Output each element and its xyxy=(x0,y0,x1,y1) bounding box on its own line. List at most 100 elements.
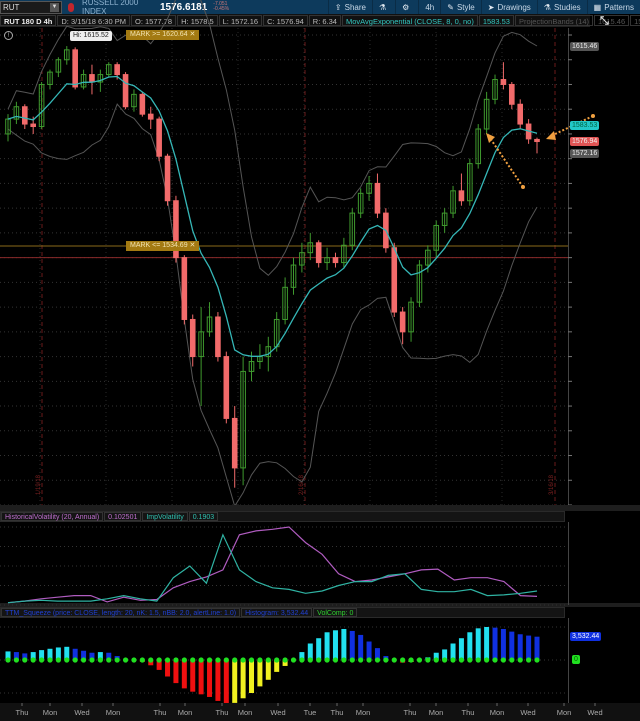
arrow-head-icon xyxy=(546,131,556,140)
volatility-axis-line xyxy=(568,522,569,605)
squeeze-histogram-bar xyxy=(215,660,221,701)
squeeze-histogram-bar xyxy=(257,660,263,687)
squeeze-dot xyxy=(442,657,448,663)
squeeze-histogram-bar xyxy=(249,660,255,693)
projection-band-upper xyxy=(7,0,538,276)
time-axis-label: Thu xyxy=(15,708,29,717)
time-axis-label: Mon xyxy=(428,708,444,717)
squeeze-histogram-bar xyxy=(332,630,338,660)
squeeze-dot xyxy=(13,657,19,663)
time-axis-label: Mon xyxy=(556,708,572,717)
candle-down xyxy=(72,49,78,88)
squeeze-dot xyxy=(240,657,246,663)
candle-down xyxy=(391,247,398,313)
annotation-arrow-line xyxy=(489,137,524,188)
alert-mark-lower[interactable]: MARK <= 1534.69 ✕ xyxy=(126,241,200,252)
squeeze-dot xyxy=(257,657,263,663)
time-axis-label: Wed xyxy=(520,708,536,717)
squeeze-histogram-bar xyxy=(509,631,515,660)
squeeze-dot xyxy=(366,657,372,663)
squeeze-histogram-bar xyxy=(534,636,540,660)
histogram-value: Histogram: 3,532.44 xyxy=(241,608,313,617)
squeeze-dot xyxy=(274,657,280,663)
date-separator-label: 3/16/18 xyxy=(549,474,555,495)
zero-badge: 0 xyxy=(572,655,580,664)
squeeze-dot xyxy=(492,657,498,663)
squeeze-dot xyxy=(156,657,162,663)
time-axis-label: Thu xyxy=(403,708,417,717)
candle-down xyxy=(21,106,28,125)
squeeze-dot xyxy=(97,657,103,663)
squeeze-histogram-bar xyxy=(223,660,229,707)
implied-volatility-line xyxy=(7,533,538,604)
time-axis-label: Thu xyxy=(461,708,475,717)
candle-down xyxy=(315,242,322,264)
squeeze-dot xyxy=(55,657,61,663)
hv-study-label[interactable]: HistoricalVolatility (20, Annual) xyxy=(1,512,104,521)
squeeze-dot xyxy=(299,657,305,663)
high-label: Hi: 1615.52 xyxy=(70,31,112,41)
squeeze-dot xyxy=(358,657,364,663)
squeeze-dot xyxy=(500,657,507,663)
hv-value: 0.102501 xyxy=(104,512,142,521)
date-separator-label: 1/19/18 xyxy=(36,474,42,495)
squeeze-dot xyxy=(433,657,439,663)
squeeze-dot xyxy=(122,657,129,663)
squeeze-dot xyxy=(173,657,179,663)
candle-down xyxy=(231,417,238,469)
squeeze-histogram-bar xyxy=(198,660,204,695)
candle-down xyxy=(374,182,381,214)
squeeze-dot xyxy=(198,657,204,663)
price-badge: 1615.46 xyxy=(570,41,600,51)
squeeze-histogram-bar xyxy=(484,627,490,660)
candle-down xyxy=(139,93,146,115)
squeeze-dot xyxy=(265,657,271,663)
candle-down xyxy=(147,113,154,120)
time-axis-label: Wed xyxy=(74,708,90,717)
squeeze-histogram-bar xyxy=(366,641,372,660)
squeeze-dot xyxy=(206,657,213,663)
squeeze-dot xyxy=(114,657,120,663)
volcomp-value: VolComp: 0 xyxy=(313,608,358,617)
arrow-head-icon xyxy=(486,133,495,143)
squeeze-dot xyxy=(467,657,473,663)
annotation-arrow-dot xyxy=(591,114,595,118)
squeeze-histogram-bar xyxy=(324,632,330,660)
squeeze-dot xyxy=(517,657,523,663)
time-axis-label: Mon xyxy=(237,708,253,717)
squeeze-dot xyxy=(139,657,145,663)
squeeze-dot xyxy=(80,657,87,663)
squeeze-dot xyxy=(526,657,532,663)
squeeze-dot xyxy=(282,657,288,663)
squeeze-dot xyxy=(475,657,481,663)
squeeze-histogram-bar xyxy=(181,660,187,689)
squeeze-dot xyxy=(181,657,187,663)
candle-down xyxy=(122,74,129,108)
time-axis-background xyxy=(0,703,640,721)
info-icon[interactable]: ! xyxy=(4,31,13,40)
squeeze-dot xyxy=(425,657,431,663)
alert-mark-upper[interactable]: MARK >= 1620.64 ✕ xyxy=(126,30,200,40)
time-axis-label: Wed xyxy=(587,708,603,717)
squeeze-histogram-bar xyxy=(492,627,498,660)
squeeze-dot xyxy=(190,657,196,663)
candle-down xyxy=(114,64,120,76)
squeeze-dot xyxy=(248,657,255,663)
squeeze-dot xyxy=(5,657,11,663)
time-axis-label: Tue xyxy=(303,708,317,717)
squeeze-dot xyxy=(534,657,540,663)
squeeze-histogram-bar xyxy=(526,635,532,660)
candle-down xyxy=(458,190,465,202)
squeeze-dot xyxy=(391,657,397,663)
squeeze-study-label[interactable]: TTM_Squeeze (price: CLOSE, length: 20, n… xyxy=(1,608,241,617)
squeeze-dot xyxy=(106,657,112,663)
squeeze-histogram-bar xyxy=(190,660,196,692)
time-axis-label: Wed xyxy=(270,708,286,717)
time-axis-label: Mon xyxy=(105,708,121,717)
iv-study-label[interactable]: ImpVolatility xyxy=(142,512,188,521)
squeeze-histogram-bar xyxy=(475,628,481,660)
squeeze-histogram-bar xyxy=(500,628,506,660)
squeeze-dot xyxy=(450,657,456,663)
squeeze-histogram-bar xyxy=(358,634,364,660)
squeeze-dot xyxy=(416,657,423,663)
